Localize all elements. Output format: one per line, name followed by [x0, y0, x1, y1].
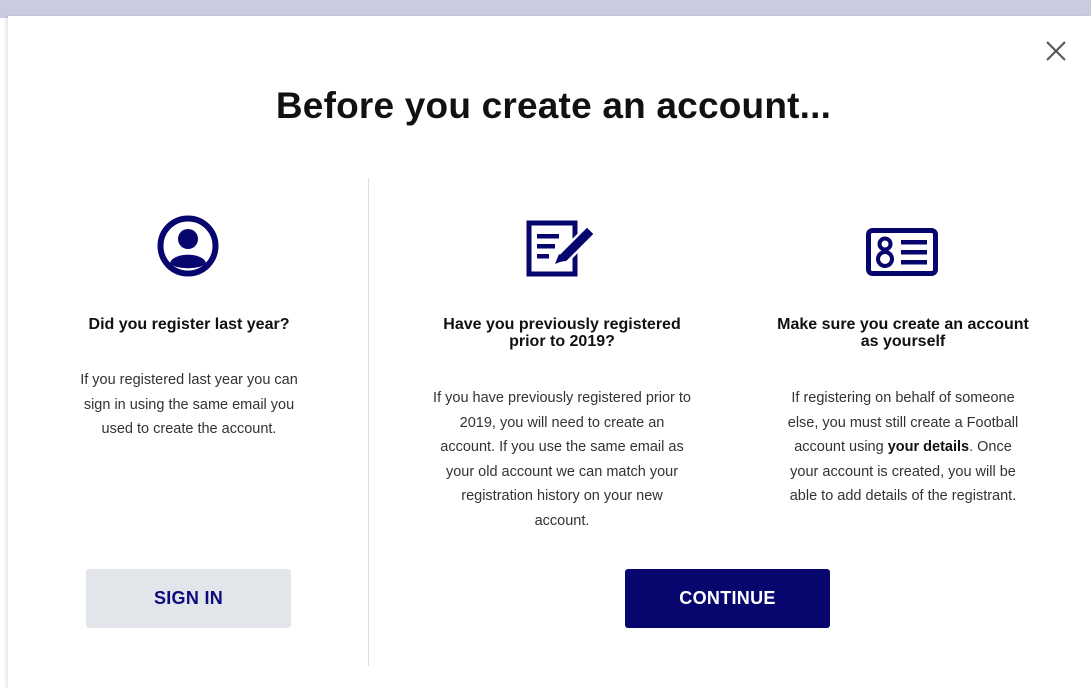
close-icon: [1046, 41, 1066, 61]
continue-button[interactable]: CONTINUE: [625, 569, 830, 628]
id-card-icon: [865, 227, 939, 282]
user-circle-icon: [157, 215, 219, 282]
col2-heading: Have you previously registered prior to …: [443, 316, 681, 350]
col3-body: If registering on behalf of someone else…: [787, 390, 1019, 504]
col1-body: If you registered last year you can sign…: [80, 372, 298, 437]
edit-form-icon: [525, 218, 599, 283]
column-divider: [368, 178, 369, 666]
your-details-emphasis: your details: [887, 439, 970, 455]
sign-in-button[interactable]: SIGN IN: [86, 569, 291, 628]
col3-heading: Make sure you create an account as yours…: [777, 316, 1029, 350]
modal-title: Before you create an account...: [275, 85, 832, 126]
col1-heading: Did you register last year?: [88, 316, 290, 333]
col2-body: If you have previously registered prior …: [433, 390, 691, 529]
close-button[interactable]: [1043, 38, 1069, 64]
